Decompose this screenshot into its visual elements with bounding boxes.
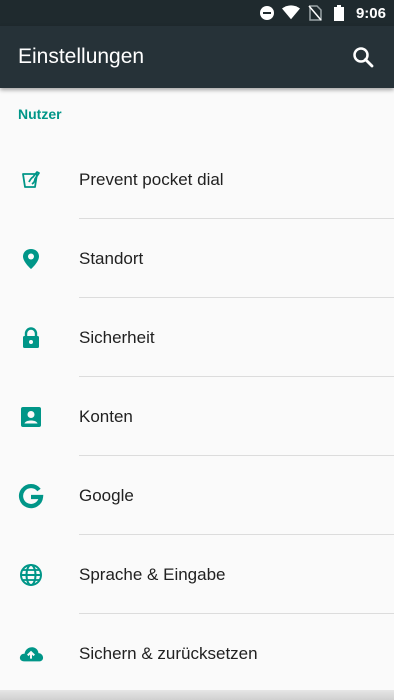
settings-item-sichern-zuruecksetzen[interactable]: Sichern & zurücksetzen xyxy=(0,614,394,693)
settings-item-label: Prevent pocket dial xyxy=(79,169,224,189)
settings-item-label: Sprache & Eingabe xyxy=(79,564,226,584)
bottom-edge xyxy=(0,690,394,700)
search-icon[interactable] xyxy=(350,44,376,70)
settings-item-label: Konten xyxy=(79,406,133,426)
settings-item-standort[interactable]: Standort xyxy=(0,219,394,298)
status-bar: 9:06 xyxy=(0,0,394,26)
do-not-disturb-icon xyxy=(258,4,276,22)
settings-item-konten[interactable]: Konten xyxy=(0,377,394,456)
section-header: Nutzer xyxy=(18,106,62,122)
pocket-hand-icon xyxy=(18,167,44,193)
settings-item-sicherheit[interactable]: Sicherheit xyxy=(0,298,394,377)
lock-icon xyxy=(18,325,44,351)
settings-item-google[interactable]: Google xyxy=(0,456,394,535)
settings-item-label: Standort xyxy=(79,248,144,268)
settings-list: Prevent pocket dial Standort Sicherheit xyxy=(0,140,394,693)
globe-icon xyxy=(18,562,44,588)
cloud-upload-icon xyxy=(18,641,44,667)
account-box-icon xyxy=(18,404,44,430)
settings-item-sprache-eingabe[interactable]: Sprache & Eingabe xyxy=(0,535,394,614)
clock: 9:06 xyxy=(355,4,386,22)
battery-icon xyxy=(330,4,348,22)
settings-item-label: Sichern & zurücksetzen xyxy=(79,643,258,663)
wifi-icon xyxy=(281,4,300,22)
no-sim-icon xyxy=(306,4,324,22)
google-icon xyxy=(18,483,44,509)
location-pin-icon xyxy=(18,246,44,272)
app-bar: Einstellungen xyxy=(0,26,394,88)
settings-item-prevent-pocket-dial[interactable]: Prevent pocket dial xyxy=(0,140,394,219)
page-title: Einstellungen xyxy=(18,45,145,68)
settings-item-label: Sicherheit xyxy=(79,327,155,347)
settings-item-label: Google xyxy=(79,485,134,505)
